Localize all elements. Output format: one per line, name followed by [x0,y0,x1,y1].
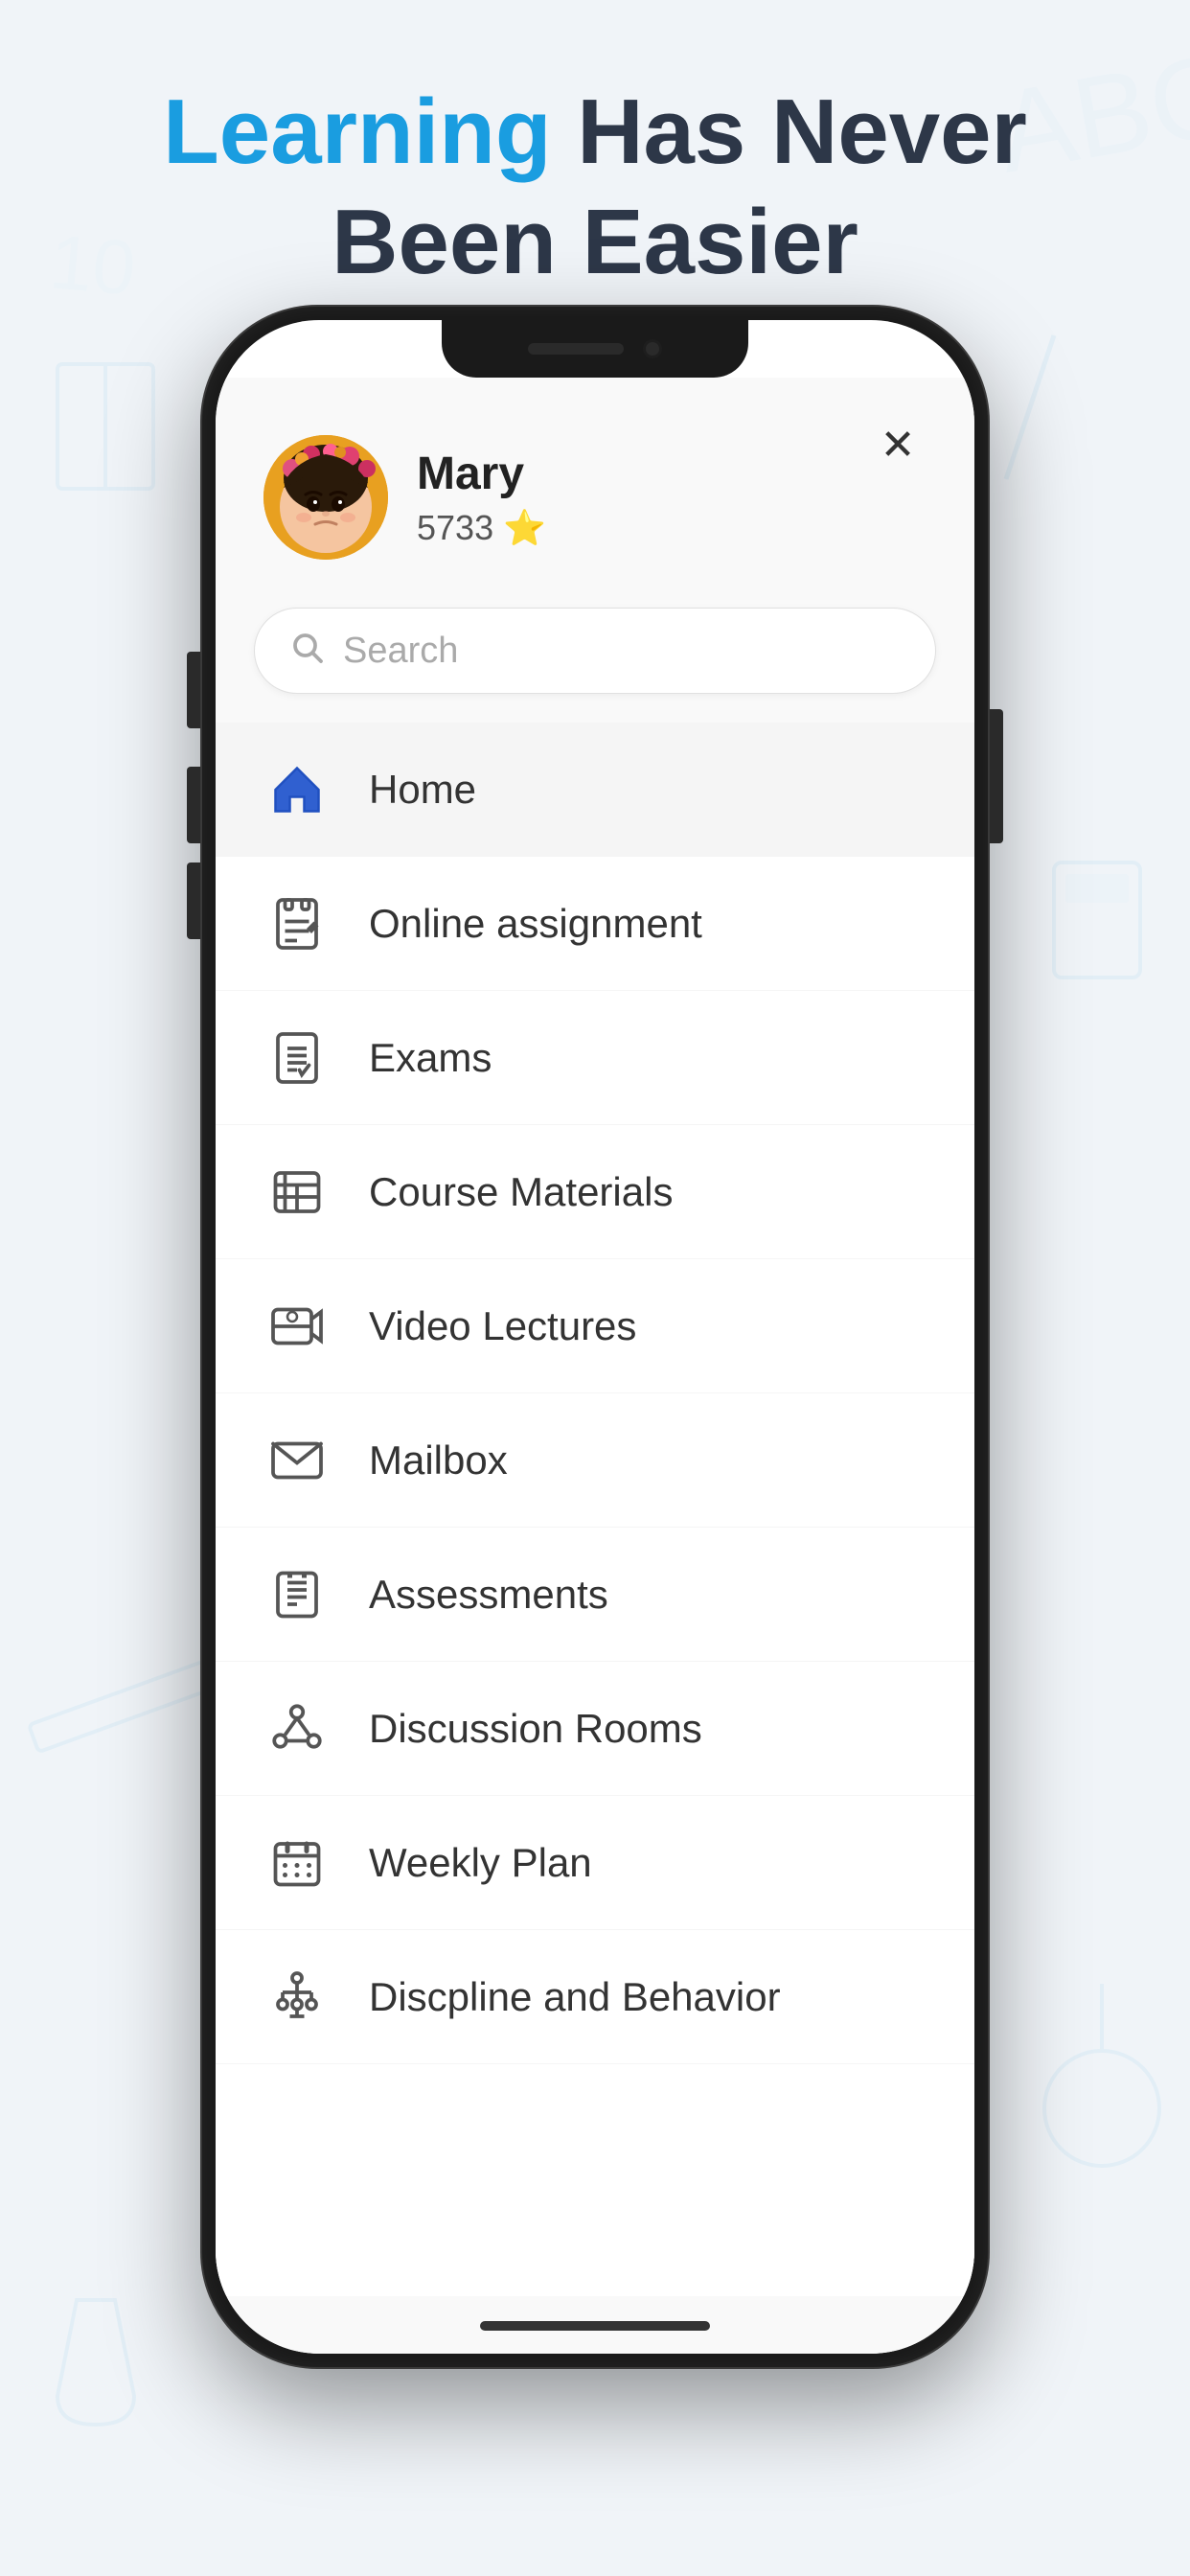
profile-stars: 5733 ⭐ [417,508,546,548]
menu-item-discussion-rooms[interactable]: Discussion Rooms [216,1662,974,1796]
header-area: Learning Has NeverBeen Easier [0,77,1190,297]
phone-outer: ✕ [202,307,988,2367]
menu-item-exams[interactable]: Exams [216,991,974,1125]
header-title: Learning Has NeverBeen Easier [0,77,1190,297]
menu-item-discipline[interactable]: Discpline and Behavior [216,1930,974,2064]
assignment-icon [263,890,331,957]
search-bar[interactable]: Search [254,608,936,694]
menu-label-course-materials: Course Materials [369,1169,673,1215]
calendar-icon [263,1829,331,1897]
profile-section: Mary 5733 ⭐ [263,435,546,560]
search-icon [289,630,324,673]
profile-name: Mary [417,448,546,500]
menu-label-assessments: Assessments [369,1572,608,1618]
menu-label-discipline: Discpline and Behavior [369,1974,781,2020]
phone-mockup: ✕ [202,307,988,2367]
assess-icon [263,1561,331,1628]
phone-content: ✕ [216,378,974,2354]
menu-item-course-materials[interactable]: Course Materials [216,1125,974,1259]
video-icon [263,1293,331,1360]
discuss-icon [263,1695,331,1762]
menu-item-video-lectures[interactable]: Video Lectures [216,1259,974,1393]
menu-list: Home [216,723,974,2296]
close-button[interactable]: ✕ [869,416,927,473]
star-count: 5733 [417,508,503,547]
materials-icon [263,1159,331,1226]
menu-label-home: Home [369,767,476,813]
menu-item-assessments[interactable]: Assessments [216,1528,974,1662]
profile-info: Mary 5733 ⭐ [417,448,546,548]
menu-label-mailbox: Mailbox [369,1438,508,1484]
exam-icon [263,1024,331,1092]
menu-label-video-lectures: Video Lectures [369,1303,636,1349]
menu-item-online-assignment[interactable]: Online assignment [216,857,974,991]
phone-notch [442,320,748,378]
mail-icon [263,1427,331,1494]
header-highlight: Learning [163,80,551,183]
avatar [263,435,388,560]
menu-item-home[interactable]: Home [216,723,974,857]
home-icon [263,756,331,823]
menu-label-weekly-plan: Weekly Plan [369,1840,592,1886]
home-indicator [480,2321,710,2331]
phone-inner: ✕ [216,320,974,2354]
menu-item-mailbox[interactable]: Mailbox [216,1393,974,1528]
search-placeholder: Search [343,631,901,672]
discipline-icon [263,1964,331,2031]
menu-label-assignment: Online assignment [369,901,702,947]
star-icon: ⭐ [503,508,546,547]
notch-speaker [528,343,624,355]
menu-item-weekly-plan[interactable]: Weekly Plan [216,1796,974,1930]
menu-label-discussion-rooms: Discussion Rooms [369,1706,702,1752]
menu-label-exams: Exams [369,1035,492,1081]
notch-camera [643,339,662,358]
